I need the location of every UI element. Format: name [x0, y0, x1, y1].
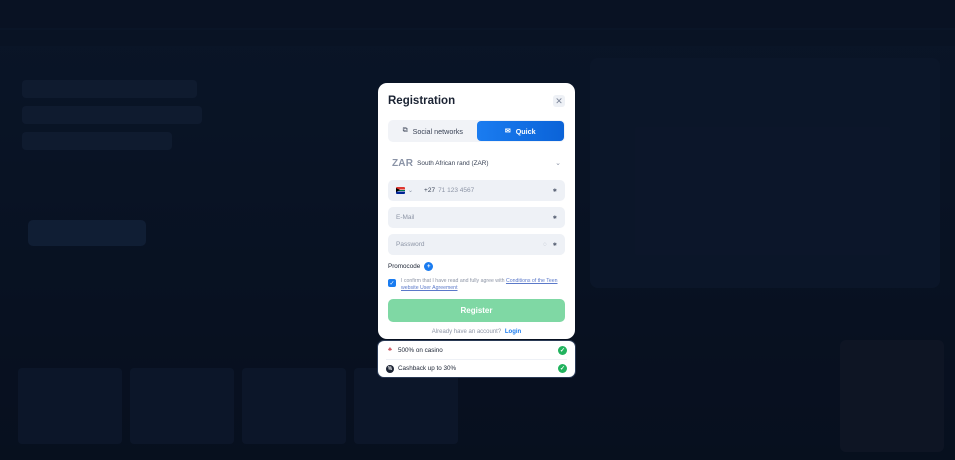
- register-button[interactable]: Register: [388, 298, 565, 322]
- close-icon: ✕: [555, 95, 563, 106]
- south-africa-flag-icon[interactable]: [396, 187, 405, 194]
- share-icon: ⧉: [402, 127, 408, 134]
- bonus-label: Cashback up to 30%: [398, 365, 457, 372]
- currency-name: South African rand (ZAR): [417, 159, 489, 167]
- modal-header: Registration ✕: [388, 94, 565, 108]
- required-icon: ✱: [552, 187, 557, 194]
- phone-field[interactable]: ⌄ +27 71 123 4567 ✱: [388, 180, 565, 201]
- tab-social-networks[interactable]: ⧉ Social networks: [389, 121, 477, 141]
- currency-select[interactable]: ZAR South African rand (ZAR) ⌄: [388, 152, 565, 174]
- email-field[interactable]: E-Mail ✱: [388, 207, 565, 228]
- login-row: Already have an account? Login: [388, 329, 565, 335]
- check-icon: ✓: [558, 345, 567, 355]
- phone-placeholder: 71 123 4567: [438, 187, 475, 194]
- email-placeholder: E-Mail: [396, 214, 415, 221]
- phone-prefix: +27: [424, 187, 436, 194]
- password-field[interactable]: Password ◌ ✱: [388, 234, 565, 255]
- currency-code: ZAR: [392, 157, 414, 169]
- bonus-item-casino: ♣ 500% on casino ✓: [386, 341, 567, 359]
- casino-chip-icon: ♣: [388, 347, 392, 353]
- required-icon: ✱: [552, 241, 557, 248]
- promocode-row: Promocode +: [388, 262, 565, 271]
- registration-tabs: ⧉ Social networks ✉ Quick: [388, 120, 565, 142]
- terms-confirm-row: ✓ I confirm that I have read and fully a…: [388, 278, 565, 292]
- close-button[interactable]: ✕: [553, 95, 565, 107]
- tab-label: Quick: [515, 126, 536, 136]
- terms-statement: I confirm that I have read and fully agr…: [401, 278, 506, 284]
- terms-text: I confirm that I have read and fully agr…: [401, 278, 565, 292]
- bonus-label: 500% on casino: [398, 346, 443, 354]
- tab-label: Social networks: [412, 126, 463, 136]
- modal-title: Registration: [388, 95, 456, 107]
- bonus-panel: ♣ 500% on casino ✓ % Cashback up to 30% …: [378, 341, 575, 377]
- login-prompt: Already have an account?: [431, 328, 502, 335]
- password-placeholder: Password: [396, 241, 425, 248]
- login-link[interactable]: Login: [505, 329, 521, 335]
- check-icon: ✓: [558, 364, 567, 373]
- eye-icon[interactable]: ◌: [543, 242, 547, 248]
- chevron-down-icon[interactable]: ⌄: [408, 187, 413, 194]
- chevron-down-icon: ⌄: [555, 160, 561, 167]
- bonus-item-cashback: % Cashback up to 30% ✓: [386, 359, 567, 377]
- promocode-label: Promocode: [388, 263, 421, 270]
- envelope-icon: ✉: [504, 128, 511, 135]
- required-icon: ✱: [552, 214, 557, 221]
- tab-quick[interactable]: ✉ Quick: [476, 121, 564, 141]
- promocode-add-button[interactable]: +: [424, 262, 434, 271]
- terms-checkbox[interactable]: ✓: [388, 279, 396, 287]
- cashback-icon: %: [386, 364, 394, 373]
- registration-modal: Registration ✕ ⧉ Social networks ✉ Quick…: [378, 83, 575, 339]
